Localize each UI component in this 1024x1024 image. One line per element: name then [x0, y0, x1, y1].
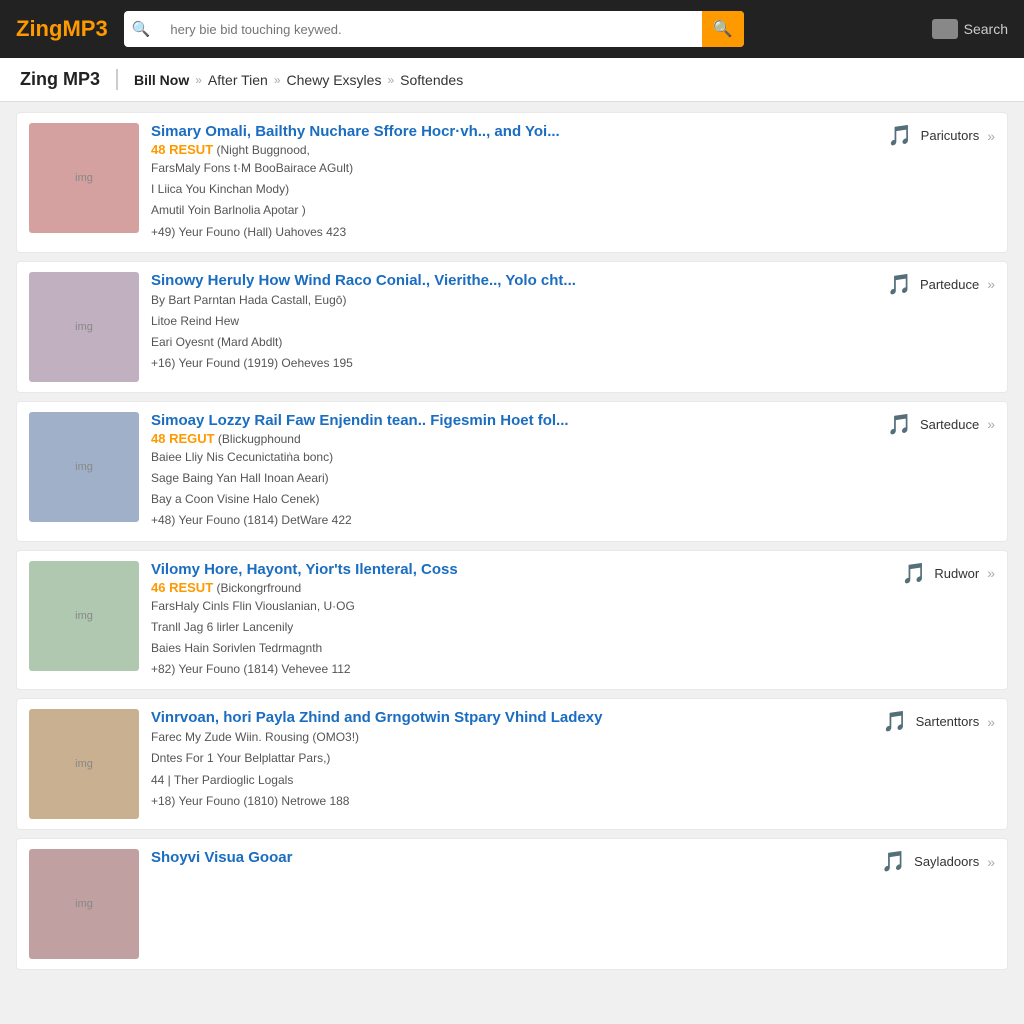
breadcrumb: Zing MP3 Bill Now » After Tien » Chewy E… [0, 58, 1024, 102]
result-card: img Vilomy Hore, Hayont, Yior'ts Ilentera… [16, 550, 1008, 691]
result-meta-line: Baies Hain Sorivlen Tedrmagnth [151, 639, 882, 658]
result-title[interactable]: Sinowy Heruly How Wind Raco Conial., Vie… [151, 272, 867, 289]
search-submit-button[interactable]: 🔍 [702, 11, 744, 47]
breadcrumb-item-softendes[interactable]: Softendes [400, 72, 463, 88]
search-input[interactable] [158, 11, 701, 47]
result-meta-line: FarsMaly Fons t·M BooBairace AGult) [151, 159, 868, 178]
result-meta-line: +18) Yeur Founo (1810) Netrowe 188 [151, 792, 863, 811]
search-bar: 🔍 🔍 [124, 11, 744, 47]
result-actions: 🎵 Sartenttors » [883, 709, 995, 734]
add-icon[interactable]: 🎵 [902, 561, 927, 586]
action-label: Sayladoors [914, 854, 979, 869]
chevron-right-icon[interactable]: » [987, 416, 995, 432]
action-label: Sartenttors [916, 714, 980, 729]
result-thumb: img [29, 709, 139, 819]
result-meta-line: FarsHaly Cinls Flin Viouslanian, U·OG [151, 597, 882, 616]
result-meta-line: +48) Yeur Founo (1814) DetWare 422 [151, 511, 867, 530]
content: img Simary Omali, Bailthy Nuchare Sffore … [0, 102, 1024, 988]
result-thumb: img [29, 561, 139, 671]
add-icon[interactable]: 🎵 [881, 849, 906, 874]
result-card: img Sinowy Heruly How Wind Raco Conial., … [16, 261, 1008, 393]
result-actions: 🎵 Parteduce » [887, 272, 995, 297]
result-actions: 🎵 Paricutors » [888, 123, 995, 148]
add-icon[interactable]: 🎵 [887, 412, 912, 437]
result-badge-line: 48 RESUT (Night Buggnood, [151, 142, 868, 157]
result-thumb: img [29, 412, 139, 522]
breadcrumb-sep-1: » [195, 73, 202, 87]
result-meta-line: Tranll Jag 6 lirler Lancenily [151, 618, 882, 637]
breadcrumb-item-after-tien[interactable]: After Tien [208, 72, 268, 88]
action-label: Parteduce [920, 277, 979, 292]
add-icon[interactable]: 🎵 [883, 709, 908, 734]
result-meta-line: Dntes For 1 Your Belplattar Pars,) [151, 749, 863, 768]
result-meta-line: +16) Yeur Found (1919) Oeheves 195 [151, 354, 867, 373]
result-title[interactable]: Simoay Lozzy Rail Faw Enjendin tean.. Fi… [151, 412, 867, 429]
result-badge-line: 46 RESUT (Bickongrfround [151, 580, 882, 595]
result-meta-line: 44 | Ther Pardioglic Logals [151, 771, 863, 790]
result-meta-line: +49) Yeur Founo (Hall) Uahoves 423 [151, 223, 868, 242]
chevron-right-icon[interactable]: » [987, 565, 995, 581]
logo-zing: Zing [16, 16, 62, 41]
breadcrumb-sep-3: » [387, 73, 394, 87]
result-thumb: img [29, 272, 139, 382]
action-label: Rudwor [934, 566, 979, 581]
result-meta-line: Sage Baing Yan Hall Inoan Aeari) [151, 469, 867, 488]
search-magnifier-icon: 🔍 [124, 20, 159, 38]
result-title[interactable]: Vinrvoan, hori Payla Zhind and Grngotwin… [151, 709, 863, 726]
chevron-right-icon[interactable]: » [987, 854, 995, 870]
result-info: Simoay Lozzy Rail Faw Enjendin tean.. Fi… [151, 412, 867, 531]
result-meta-line: I Liica You Kinchan Mody) [151, 180, 868, 199]
action-label: Sarteduce [920, 417, 979, 432]
result-title[interactable]: Vilomy Hore, Hayont, Yior'ts Ilenteral, … [151, 561, 882, 578]
breadcrumb-item-chewy[interactable]: Chewy Exsyles [287, 72, 382, 88]
breadcrumb-sep-2: » [274, 73, 281, 87]
header-search-label: Search [964, 21, 1008, 37]
result-info: Shoyvi Visua Gooar [151, 849, 861, 868]
result-card: img Simary Omali, Bailthy Nuchare Sffore … [16, 112, 1008, 253]
header-search: Search [932, 19, 1008, 39]
result-actions: 🎵 Rudwor » [902, 561, 996, 586]
result-meta-line: Farec My Zude Wiin. Rousing (OMO3!) [151, 728, 863, 747]
chevron-right-icon[interactable]: » [987, 276, 995, 292]
result-info: Sinowy Heruly How Wind Raco Conial., Vie… [151, 272, 867, 374]
result-title[interactable]: Simary Omali, Bailthy Nuchare Sffore Hoc… [151, 123, 868, 140]
logo: ZingMP3 [16, 16, 108, 42]
result-card: img Simoay Lozzy Rail Faw Enjendin tean..… [16, 401, 1008, 542]
logo-mp3: MP3 [62, 16, 107, 41]
result-meta-line: By Bart Parntan Hada Castall, Eugō) [151, 291, 867, 310]
result-meta-line: Litoe Reind Hew [151, 312, 867, 331]
result-meta-line: Amutil Yoin Barlnolia Apotar ) [151, 201, 868, 220]
result-card: img Vinrvoan, hori Payla Zhind and Grngot… [16, 698, 1008, 830]
breadcrumb-brand: Zing MP3 [20, 69, 118, 90]
result-thumb: img [29, 123, 139, 233]
result-title[interactable]: Shoyvi Visua Gooar [151, 849, 861, 866]
result-card: img Shoyvi Visua Gooar 🎵 Sayladoors » [16, 838, 1008, 970]
add-icon[interactable]: 🎵 [887, 272, 912, 297]
breadcrumb-item-bill-now[interactable]: Bill Now [134, 72, 189, 88]
add-icon[interactable]: 🎵 [888, 123, 913, 148]
header-search-icon [932, 19, 958, 39]
action-label: Paricutors [921, 128, 980, 143]
result-info: Vilomy Hore, Hayont, Yior'ts Ilenteral, … [151, 561, 882, 680]
result-meta-line: Eari Oyesnt (Mard Abdlt) [151, 333, 867, 352]
chevron-right-icon[interactable]: » [987, 128, 995, 144]
chevron-right-icon[interactable]: » [987, 714, 995, 730]
result-info: Simary Omali, Bailthy Nuchare Sffore Hoc… [151, 123, 868, 242]
result-thumb: img [29, 849, 139, 959]
result-actions: 🎵 Sarteduce » [887, 412, 995, 437]
result-actions: 🎵 Sayladoors » [881, 849, 995, 874]
result-info: Vinrvoan, hori Payla Zhind and Grngotwin… [151, 709, 863, 811]
result-meta-line: +82) Yeur Founo (1814) Vehevee 112 [151, 660, 882, 679]
result-meta-line: Bay a Coon Visine Halo Cenek) [151, 490, 867, 509]
header: ZingMP3 🔍 🔍 Search [0, 0, 1024, 58]
result-badge-line: 48 REGUT (Blickugphound [151, 431, 867, 446]
breadcrumb-items: Bill Now » After Tien » Chewy Exsyles » … [134, 72, 463, 88]
result-meta-line: Baiee Lliy Nis Cecunictatiṅa bonc) [151, 448, 867, 467]
